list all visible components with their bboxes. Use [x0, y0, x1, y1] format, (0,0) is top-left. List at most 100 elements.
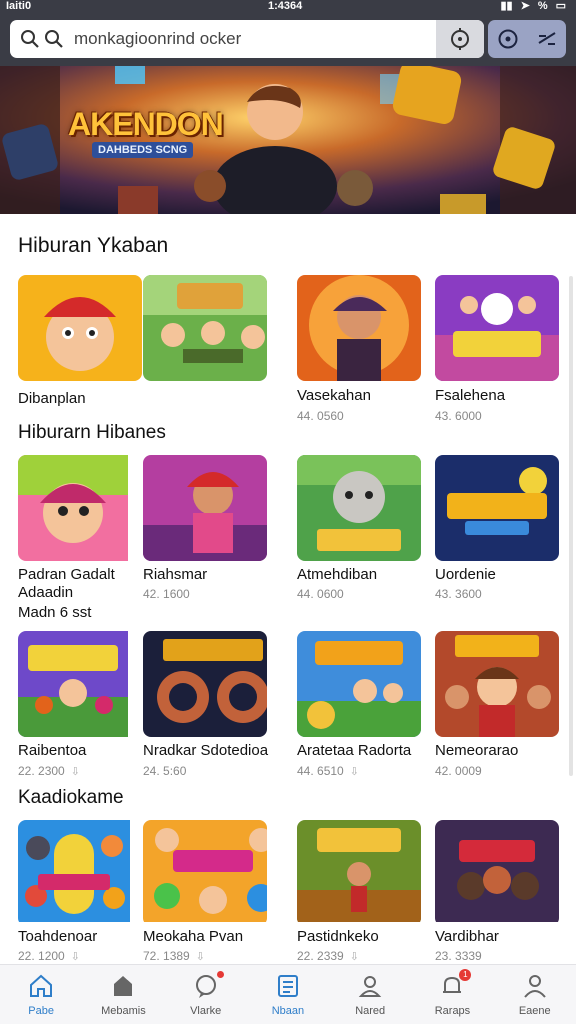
game-meta: 42. 0009	[435, 764, 482, 778]
house-icon	[114, 976, 133, 996]
game-title[interactable]: Dibanplan	[18, 390, 86, 407]
nav-label: Vlarke	[190, 1005, 222, 1017]
game-tile[interactable]	[297, 275, 421, 381]
game-title[interactable]: Atmehdiban	[297, 566, 377, 583]
person-icon	[358, 976, 382, 997]
profile-icon	[523, 975, 546, 998]
game-tile[interactable]	[143, 631, 267, 737]
game-meta: 22. 2339 ⇩	[297, 949, 359, 963]
target-icon	[451, 28, 469, 50]
status-icons: ▮▮ ➤ % ▭	[500, 0, 566, 12]
game-tile[interactable]	[297, 820, 421, 926]
game-thumbnail	[143, 631, 267, 737]
game-tile[interactable]	[435, 455, 559, 561]
search-input[interactable]	[74, 20, 434, 58]
game-tile[interactable]	[18, 455, 142, 561]
game-title[interactable]: Fsalehena	[435, 387, 505, 404]
game-title[interactable]: Pastidnkeko	[297, 928, 379, 945]
nav-item-nared[interactable]: Nared	[329, 965, 411, 1024]
nav-item-vlarke[interactable]: Vlarke	[165, 965, 247, 1024]
game-title[interactable]: Toahdenoar	[18, 928, 97, 945]
nav-item-raraps[interactable]: 1 Raraps	[411, 965, 493, 1024]
game-meta: 22. 2300 ⇩	[18, 764, 80, 778]
game-meta: 43. 3600	[435, 587, 482, 601]
chat-icon	[195, 975, 216, 998]
game-meta-text: 22. 2339	[297, 949, 344, 963]
game-tile[interactable]	[18, 631, 142, 737]
game-tile[interactable]	[297, 631, 421, 737]
header-actions	[488, 20, 566, 58]
signal-icon: ▮▮	[500, 0, 513, 12]
game-tile[interactable]	[143, 275, 267, 381]
game-thumbnail	[297, 275, 421, 381]
game-title[interactable]: Raibentoa	[18, 742, 86, 759]
game-thumbnail	[435, 455, 559, 561]
game-thumbnail	[297, 631, 421, 737]
game-title[interactable]: Aratetaa Radorta	[297, 742, 411, 759]
search-bar[interactable]	[10, 20, 484, 58]
battery-icon: ▭	[555, 0, 566, 12]
game-tile[interactable]	[143, 820, 267, 926]
nav-label: Mebamis	[101, 1005, 146, 1017]
nav-item-nbaan[interactable]: Nbaan	[247, 965, 329, 1024]
hero-banner[interactable]: AKENDON DAHBEDS SCNG	[0, 66, 576, 214]
section-title-hiburan-ykaban: Hiburan Ykaban	[18, 234, 169, 257]
status-time: 1:4364	[268, 0, 303, 12]
game-tile[interactable]	[435, 820, 559, 926]
nav-label: Nbaan	[271, 1005, 305, 1017]
game-meta: 42. 1600	[143, 587, 190, 601]
game-tile[interactable]	[435, 631, 559, 737]
search-icon	[45, 30, 63, 48]
game-meta: 44. 6510 ⇩	[297, 764, 359, 778]
home-icon	[30, 974, 52, 997]
game-tile[interactable]	[435, 275, 559, 381]
hero-title: AKENDON	[68, 106, 224, 142]
game-meta: 24. 5:60	[143, 764, 187, 778]
download-icon: ⇩	[349, 951, 359, 963]
game-thumbnail	[18, 631, 128, 737]
nav-item-home[interactable]: Pabe	[0, 965, 82, 1024]
game-title[interactable]: Meokaha Pvan	[143, 928, 243, 945]
nav-item-eaene[interactable]: Eaene	[494, 965, 576, 1024]
game-thumbnail	[18, 820, 130, 922]
nav-item-mebamis[interactable]: Mebamis	[82, 965, 164, 1024]
bottom-nav: Pabe Mebamis Vlarke Nbaan Nared 1 Raraps…	[0, 964, 576, 1024]
game-title[interactable]: Padran Gadalt	[18, 566, 115, 583]
filter-icon[interactable]	[536, 28, 558, 50]
battery-percent: %	[537, 0, 548, 12]
game-title-line3[interactable]: Madn 6 sst	[18, 604, 91, 621]
search-icon	[21, 30, 39, 48]
game-meta-text: 22. 2300	[18, 764, 65, 778]
status-bar: Iaiti0 1:4364 ▮▮ ➤ % ▭	[0, 0, 576, 14]
game-thumbnail	[143, 820, 267, 922]
game-thumbnail	[297, 820, 421, 922]
notification-dot	[216, 971, 224, 978]
hero-subtitle: DAHBEDS SCNG	[92, 142, 194, 158]
game-thumbnail	[143, 455, 267, 561]
game-tile[interactable]	[18, 820, 142, 926]
download-icon: ⇩	[195, 951, 205, 963]
game-title[interactable]: Uordenie	[435, 566, 496, 583]
game-meta: 44. 0560	[297, 409, 344, 423]
nav-label: Raraps	[434, 1005, 471, 1017]
download-icon: ⇩	[70, 951, 80, 963]
game-title[interactable]: Riahsmar	[143, 566, 207, 583]
game-tile[interactable]	[143, 455, 267, 561]
section-title-hiburarn-hibanes: Hiburarn Hibanes	[18, 422, 166, 443]
game-thumbnail	[435, 820, 559, 922]
game-title[interactable]: Vardibhar	[435, 928, 499, 945]
scan-button[interactable]	[436, 20, 484, 58]
game-title[interactable]: Nemeorarao	[435, 742, 518, 759]
game-title[interactable]: Vasekahan	[297, 387, 371, 404]
status-left-text: Iaiti0	[6, 0, 32, 12]
game-meta-text: 22. 1200	[18, 949, 65, 963]
game-tile[interactable]	[18, 275, 142, 381]
game-title-line2[interactable]: Adaadin	[18, 584, 73, 601]
compass-icon[interactable]	[497, 28, 519, 50]
game-thumbnail	[435, 275, 559, 381]
game-title[interactable]: Nradkar Sdotedioa	[143, 742, 268, 759]
download-icon: ⇩	[70, 766, 80, 778]
game-tile[interactable]	[297, 455, 421, 561]
download-icon: ⇩	[349, 766, 359, 778]
scrollbar[interactable]	[569, 276, 573, 776]
